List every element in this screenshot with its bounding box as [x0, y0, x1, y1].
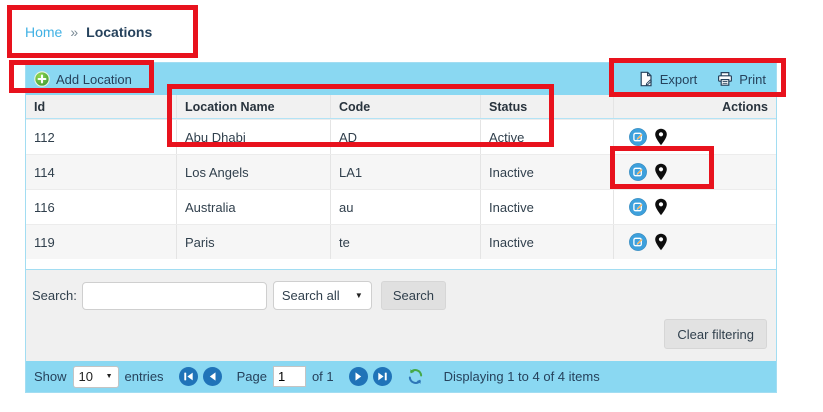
map-pin-icon [654, 128, 668, 146]
edit-location-button[interactable] [629, 163, 647, 181]
cell-actions [614, 190, 776, 224]
print-label: Print [739, 72, 766, 87]
locations-panel: Add Location Export [25, 62, 777, 393]
table-row: 112 Abu Dhabi AD Active [26, 119, 776, 154]
print-button[interactable]: Print [717, 71, 766, 87]
refresh-button[interactable] [407, 368, 424, 385]
map-pin-icon [654, 163, 668, 181]
export-button[interactable]: Export [638, 71, 698, 87]
first-page-button[interactable] [179, 367, 198, 386]
pagination-footer: Show 10 ▼ entries Page of 1 Displaying 1… [26, 361, 776, 392]
last-page-icon [373, 367, 392, 386]
search-button[interactable]: Search [381, 281, 446, 310]
add-plus-icon [34, 71, 50, 87]
breadcrumb-separator: » [70, 24, 78, 40]
map-pin-icon [654, 233, 668, 251]
header-code[interactable]: Code [331, 95, 481, 118]
cell-name: Paris [177, 225, 331, 259]
entries-select-value: 10 [79, 369, 93, 384]
next-page-icon [349, 367, 368, 386]
table-search-divider [26, 259, 776, 269]
last-page-button[interactable] [373, 367, 392, 386]
map-pin-button[interactable] [654, 198, 668, 216]
breadcrumb-home-link[interactable]: Home [25, 24, 62, 40]
breadcrumb-current: Locations [86, 24, 152, 40]
search-filter-value: Search all [282, 288, 340, 303]
search-panel: Search: Search all ▼ Search Clear filter… [26, 269, 776, 361]
displaying-status: Displaying 1 to 4 of 4 items [444, 369, 600, 384]
cell-id: 112 [26, 120, 177, 154]
header-name[interactable]: Location Name [177, 95, 331, 118]
chevron-down-icon: ▼ [355, 291, 363, 300]
cell-actions [614, 225, 776, 259]
cell-code: au [331, 190, 481, 224]
edit-icon [629, 128, 647, 146]
table-row: 116 Australia au Inactive [26, 189, 776, 224]
map-pin-button[interactable] [654, 233, 668, 251]
table-header-row: Id Location Name Code Status Actions [26, 95, 776, 119]
edit-location-button[interactable] [629, 233, 647, 251]
cell-name: Los Angels [177, 155, 331, 189]
search-row: Search: Search all ▼ Search [32, 281, 446, 310]
table-row: 114 Los Angels LA1 Inactive [26, 154, 776, 189]
header-id[interactable]: Id [26, 95, 177, 118]
table-row: 119 Paris te Inactive [26, 224, 776, 259]
cell-code: AD [331, 120, 481, 154]
refresh-icon [407, 368, 424, 385]
page-label: Page [237, 369, 267, 384]
add-location-label: Add Location [56, 72, 132, 87]
previous-page-button[interactable] [203, 367, 222, 386]
cell-status: Active [481, 120, 614, 154]
cell-id: 119 [26, 225, 177, 259]
edit-icon [629, 198, 647, 216]
first-page-icon [179, 367, 198, 386]
edit-location-button[interactable] [629, 198, 647, 216]
previous-page-icon [203, 367, 222, 386]
cell-id: 116 [26, 190, 177, 224]
search-label: Search: [32, 288, 77, 303]
cell-name: Australia [177, 190, 331, 224]
toolbar-right: Export Print [638, 71, 766, 87]
pagination-back-group [179, 367, 222, 386]
edit-icon [629, 233, 647, 251]
edit-icon [629, 163, 647, 181]
cell-code: LA1 [331, 155, 481, 189]
search-input[interactable] [82, 282, 267, 310]
clear-filtering-button[interactable]: Clear filtering [664, 319, 767, 349]
add-location-button[interactable]: Add Location [34, 71, 132, 87]
cell-status: Inactive [481, 155, 614, 189]
screenshot-root: Home » Locations Add Location [0, 0, 823, 412]
map-pin-button[interactable] [654, 128, 668, 146]
cell-name: Abu Dhabi [177, 120, 331, 154]
cell-actions [614, 120, 776, 154]
cell-code: te [331, 225, 481, 259]
entries-select[interactable]: 10 ▼ [73, 366, 119, 388]
header-actions: Actions [614, 95, 776, 118]
locations-table: Id Location Name Code Status Actions 112… [26, 95, 776, 259]
cell-status: Inactive [481, 225, 614, 259]
page-count-label: of 1 [312, 369, 334, 384]
page-input[interactable] [273, 366, 306, 387]
printer-icon [717, 71, 733, 87]
map-pin-icon [654, 198, 668, 216]
search-filter-select[interactable]: Search all ▼ [273, 281, 372, 310]
cell-status: Inactive [481, 190, 614, 224]
cell-id: 114 [26, 155, 177, 189]
header-status[interactable]: Status [481, 95, 614, 118]
map-pin-button[interactable] [654, 163, 668, 181]
cell-actions [614, 155, 776, 189]
toolbar: Add Location Export [26, 63, 776, 95]
pagination-forward-group [349, 367, 392, 386]
export-document-icon [638, 71, 654, 87]
breadcrumb: Home » Locations [25, 24, 152, 40]
edit-location-button[interactable] [629, 128, 647, 146]
next-page-button[interactable] [349, 367, 368, 386]
show-label: Show [34, 369, 67, 384]
export-label: Export [660, 72, 698, 87]
chevron-down-icon: ▼ [106, 373, 113, 380]
entries-label: entries [125, 369, 164, 384]
